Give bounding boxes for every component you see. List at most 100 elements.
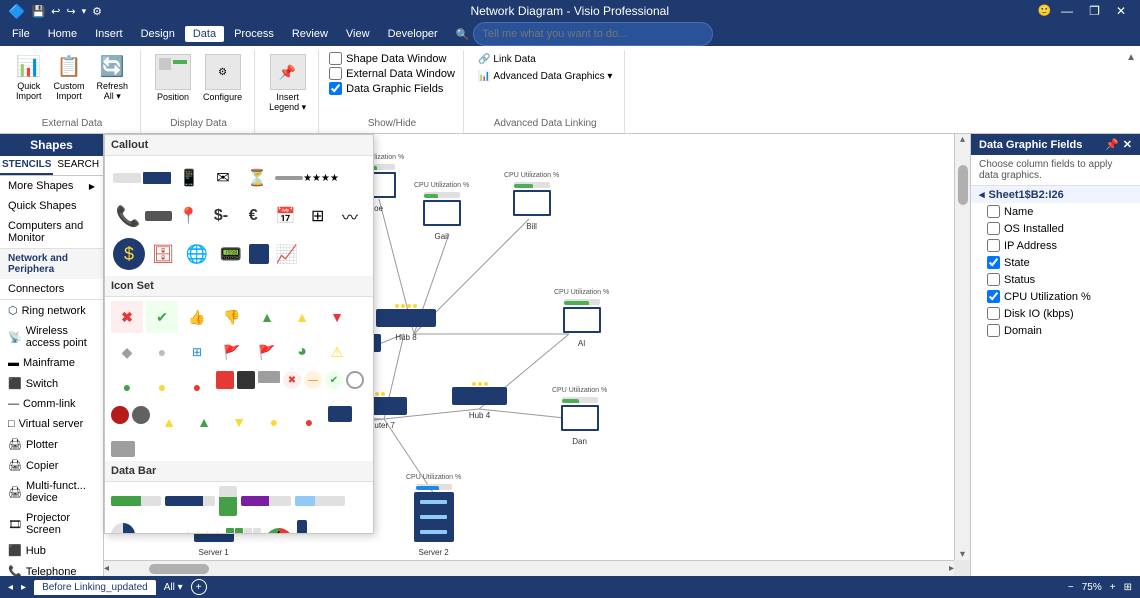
tab-stencils[interactable]: STENCILS [0, 156, 53, 175]
icon-blocks-blue[interactable]: ⊞ [181, 336, 213, 368]
nav-more-shapes[interactable]: More Shapes [0, 176, 103, 196]
icon-square-red[interactable] [216, 371, 234, 389]
nav-network-section[interactable]: Network and Periphera [0, 248, 103, 279]
data-graphic-fields-checkbox[interactable] [329, 82, 342, 95]
data-bar-thin-line[interactable] [297, 520, 307, 534]
icon-check-circle[interactable]: ✔ [325, 371, 343, 389]
menu-review[interactable]: Review [284, 26, 336, 42]
nd-node-bill[interactable]: CPU Utilization % Bill [504, 172, 559, 231]
menu-view[interactable]: View [338, 26, 378, 42]
data-bar-line[interactable] [139, 533, 179, 534]
refresh-all-button[interactable]: 🔄 RefreshAll ▾ [93, 52, 133, 104]
icon-x-red[interactable]: ✖ [111, 301, 143, 333]
insert-legend-button[interactable]: 📌 InsertLegend ▾ [265, 52, 310, 115]
nd-node-hub8[interactable]: Hub 8 [376, 304, 436, 342]
tree-field-ip[interactable]: IP Address [971, 237, 1140, 254]
icon-thumbdown[interactable]: 👎 [216, 301, 248, 333]
nav-plotter[interactable]: 🖨 Plotter [0, 434, 103, 455]
icon-dot-hollow[interactable] [346, 371, 364, 389]
fit-page-button[interactable]: ⊞ [1124, 582, 1132, 593]
callout-shape-1[interactable] [113, 173, 141, 183]
scroll-up-button[interactable]: ▴ [960, 134, 965, 145]
zoom-in-button[interactable]: + [1110, 582, 1116, 593]
icon-circle-half-green[interactable]: ◕ [286, 336, 318, 368]
callout-shape-3[interactable]: 📱 [173, 162, 205, 194]
nav-comm-link[interactable]: — Comm-link [0, 394, 103, 414]
nd-node-gail[interactable]: CPU Utilization % Gail [414, 182, 469, 241]
callout-shape-square-dark[interactable] [249, 244, 269, 264]
data-bar-segmented[interactable] [226, 528, 261, 534]
nav-switch[interactable]: ⬛ Switch [0, 373, 103, 394]
icon-segment-gray[interactable] [258, 371, 280, 383]
nav-copier[interactable]: 🖨 Copier [0, 455, 103, 476]
checkbox-name[interactable] [987, 205, 1000, 218]
nav-computers[interactable]: Computers and Monitor [0, 216, 103, 248]
nav-projector-screen[interactable]: 🎞 Projector Screen [0, 508, 103, 540]
nav-wireless[interactable]: 📡 Wireless access point [0, 321, 103, 353]
data-bar-gauge[interactable]: ◐ [265, 528, 293, 534]
icon-arrow-down-red[interactable]: ▼ [321, 301, 353, 333]
callout-shape-6[interactable] [275, 176, 303, 180]
all-pages-dropdown[interactable]: All ▾ [164, 582, 183, 593]
custom-import-button[interactable]: 📋 CustomImport [50, 52, 89, 103]
checkbox-status[interactable] [987, 273, 1000, 286]
icon-triangle-yellow2[interactable]: ▼ [223, 406, 255, 438]
icon-thumbup-blue[interactable]: 👍 [181, 301, 213, 333]
tree-field-disk[interactable]: Disk IO (kbps) [971, 305, 1140, 322]
icon-check-green[interactable]: ✔ [146, 301, 178, 333]
link-data-button[interactable]: 🔗 Link Data [474, 52, 540, 67]
icon-triangle-yellow[interactable]: ▲ [153, 406, 185, 438]
icon-diamond-gray[interactable]: ◆ [111, 336, 143, 368]
icon-circle-gray-dark[interactable] [132, 406, 150, 424]
tree-field-status[interactable]: Status [971, 271, 1140, 288]
icon-dot-gray[interactable]: ● [146, 336, 178, 368]
data-bar-green[interactable] [111, 496, 161, 506]
icon-dot-green[interactable]: ● [111, 371, 143, 403]
data-bar-tall-green[interactable] [219, 486, 237, 516]
icon-dot-red2[interactable]: ● [293, 406, 325, 438]
menu-design[interactable]: Design [133, 26, 183, 42]
icon-x-circle[interactable]: ✖ [283, 371, 301, 389]
nd-node-ai[interactable]: CPU Utilization % AI [554, 289, 609, 348]
quick-redo[interactable]: ↪ [66, 5, 75, 18]
icon-circle-red-dark[interactable] [111, 406, 129, 424]
checkbox-ip[interactable] [987, 239, 1000, 252]
menu-home[interactable]: Home [40, 26, 85, 42]
nd-node-dan[interactable]: CPU Utilization % Dan [552, 387, 607, 446]
pin-button[interactable]: 📌 [1105, 138, 1119, 151]
data-bar-blue[interactable] [165, 496, 215, 506]
callout-shape-location[interactable]: 📍 [174, 200, 204, 232]
external-data-window-checkbox-row[interactable]: External Data Window [329, 67, 455, 80]
callout-shape-4[interactable]: ✉ [207, 162, 239, 194]
icon-arrow-up-green[interactable]: ▲ [251, 301, 283, 333]
callout-shape-5[interactable]: ⏳ [241, 162, 273, 194]
nav-connectors[interactable]: Connectors [0, 279, 103, 299]
scrollbar-vertical[interactable]: ▴ ▾ [954, 134, 970, 560]
icon-dot-red[interactable]: ● [181, 371, 213, 403]
callout-shape-cylinder[interactable]: 🗄 [147, 238, 179, 270]
callout-shape-euro[interactable]: € [238, 200, 268, 232]
nav-virtual-server[interactable]: □ Virtual server [0, 414, 103, 434]
tree-sheet-node[interactable]: ◂ Sheet1$B2:I26 [971, 186, 1140, 203]
icon-arrow-down-yellow[interactable]: ▲ [286, 301, 318, 333]
data-graphic-fields-checkbox-row[interactable]: Data Graphic Fields [329, 82, 443, 95]
quick-save[interactable]: 💾 [31, 5, 45, 18]
quick-dropdown[interactable]: ▾ [82, 6, 87, 17]
nav-telephone[interactable]: 📞 Telephone [0, 561, 103, 576]
callout-shape-device[interactable]: 📟 [215, 238, 247, 270]
scroll-pages-left-button[interactable]: ◂ [8, 582, 13, 593]
tree-field-name[interactable]: Name [971, 203, 1140, 220]
menu-insert[interactable]: Insert [87, 26, 131, 42]
scroll-down-button[interactable]: ▾ [960, 549, 965, 560]
checkbox-cpu[interactable] [987, 290, 1000, 303]
icon-square-gray-large[interactable] [111, 441, 135, 457]
callout-shape-calendar[interactable]: 📅 [270, 200, 300, 232]
callout-shape-2[interactable] [143, 172, 171, 184]
callout-shape-dollar[interactable]: $- [206, 200, 236, 232]
search-input[interactable] [473, 22, 713, 46]
configure-button[interactable]: ⚙ Configure [199, 52, 246, 104]
close-button[interactable]: ✕ [1110, 4, 1132, 18]
icon-square-dark-large[interactable] [328, 406, 352, 422]
icon-dot-yellow[interactable]: ● [146, 371, 178, 403]
advanced-data-graphics-button[interactable]: 📊 Advanced Data Graphics ▾ [474, 69, 616, 84]
